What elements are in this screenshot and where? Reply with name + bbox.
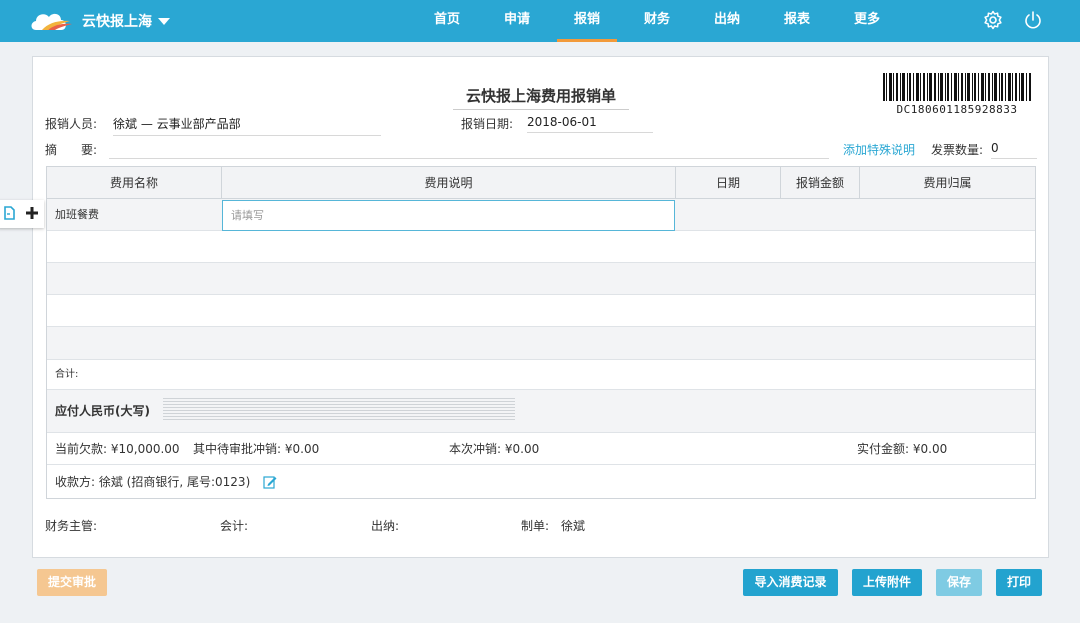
rmb-uppercase-label: 应付人民币(大写) (55, 404, 150, 418)
preparer-name: 徐斌 (561, 519, 586, 533)
summary-label: 摘 要: (45, 143, 98, 157)
pending-offset: 其中待审批冲销: ¥0.00 (193, 442, 320, 456)
nav-item-cashier[interactable]: 出纳 (692, 0, 762, 42)
barcode-number: DC180601185928833 (896, 103, 1018, 116)
table-row[interactable]: 加班餐费 请填写 (47, 199, 1035, 231)
col-attribution: 费用归属 (923, 176, 972, 190)
expense-name-cell[interactable]: 加班餐费 (55, 199, 99, 231)
accountant-label: 会计: (220, 519, 249, 533)
brand-switcher[interactable]: 云快报上海 (28, 8, 170, 34)
barcode-image (883, 73, 1031, 101)
total-label: 合计: (55, 369, 79, 380)
summary-field[interactable] (109, 141, 829, 159)
applicant-field[interactable]: 徐斌 — 云事业部产品部 (113, 115, 381, 136)
this-offset: 本次冲销: ¥0.00 (449, 442, 540, 456)
invoice-count-label: 发票数量: (931, 143, 984, 157)
invoice-count-field[interactable]: 0 (991, 141, 1037, 159)
cashier-label: 出纳: (371, 519, 400, 533)
nav-item-apply[interactable]: 申请 (482, 0, 552, 42)
save-button[interactable]: 保存 (936, 569, 982, 596)
table-header: 费用名称 费用说明 日期 报销金额 费用归属 (47, 167, 1035, 199)
nav-item-home[interactable]: 首页 (412, 0, 482, 42)
table-row[interactable] (47, 231, 1035, 263)
copy-row-icon[interactable] (3, 205, 15, 224)
rmb-amount-placeholder (163, 398, 515, 422)
power-icon[interactable] (1022, 9, 1044, 31)
upload-attachment-button[interactable]: 上传附件 (852, 569, 922, 596)
row-tools (0, 200, 44, 228)
nav-item-reports[interactable]: 报表 (762, 0, 832, 42)
import-records-button[interactable]: 导入消费记录 (743, 569, 838, 596)
payee-row: 收款方: 徐斌 (招商银行, 尾号:0123) (47, 465, 1035, 499)
top-navigation-bar: 云快报上海 首页 申请 报销 财务 出纳 报表 更多 (0, 0, 1080, 42)
chevron-down-icon[interactable] (158, 17, 170, 25)
expense-desc-input[interactable]: 请填写 (222, 200, 675, 231)
table-row[interactable] (47, 295, 1035, 327)
payee-info: 收款方: 徐斌 (招商银行, 尾号:0123) (55, 475, 251, 489)
main-nav: 首页 申请 报销 财务 出纳 报表 更多 (412, 0, 902, 42)
col-amount: 报销金额 (781, 167, 860, 199)
gear-icon[interactable] (982, 9, 1004, 31)
nav-item-finance[interactable]: 财务 (622, 0, 692, 42)
expense-table: 费用名称 费用说明 日期 报销金额 费用归属 加班餐费 请填写 合计: 应付人民… (46, 166, 1036, 499)
debt-summary-row: 当前欠款: ¥10,000.00 其中待审批冲销: ¥0.00 本次冲销: ¥0… (47, 433, 1035, 465)
col-expense-name: 费用名称 (47, 167, 222, 199)
applicant-label: 报销人员: (45, 117, 98, 131)
app-title: 云快报上海 (82, 14, 152, 30)
print-button[interactable]: 打印 (996, 569, 1042, 596)
expense-form-card: 云快报上海费用报销单 DC180601185928833 报销人员: 徐斌 — … (32, 56, 1049, 558)
current-debt: 当前欠款: ¥10,000.00 (55, 442, 180, 456)
actual-paid: 实付金额: ¥0.00 (857, 442, 948, 456)
form-title: 云快报上海费用报销单 (453, 85, 629, 110)
table-row[interactable] (47, 263, 1035, 295)
nav-item-more[interactable]: 更多 (832, 0, 902, 42)
date-field[interactable]: 2018-06-01 (527, 115, 653, 133)
add-row-icon[interactable] (25, 206, 39, 223)
rmb-uppercase-row: 应付人民币(大写) (47, 390, 1035, 433)
preparer-label: 制单: (521, 519, 550, 533)
cloud-logo-icon (28, 8, 74, 34)
total-row: 合计: (47, 360, 1035, 390)
table-row[interactable] (47, 327, 1035, 360)
nav-item-reimburse[interactable]: 报销 (552, 0, 622, 42)
finance-manager-label: 财务主管: (45, 519, 98, 533)
date-label: 报销日期: (461, 117, 514, 131)
col-date: 日期 (676, 167, 781, 199)
col-expense-desc: 费用说明 (222, 167, 676, 199)
add-special-note-link[interactable]: 添加特殊说明 (843, 141, 915, 158)
submit-approval-button[interactable]: 提交审批 (37, 569, 107, 596)
edit-icon[interactable] (263, 475, 277, 492)
